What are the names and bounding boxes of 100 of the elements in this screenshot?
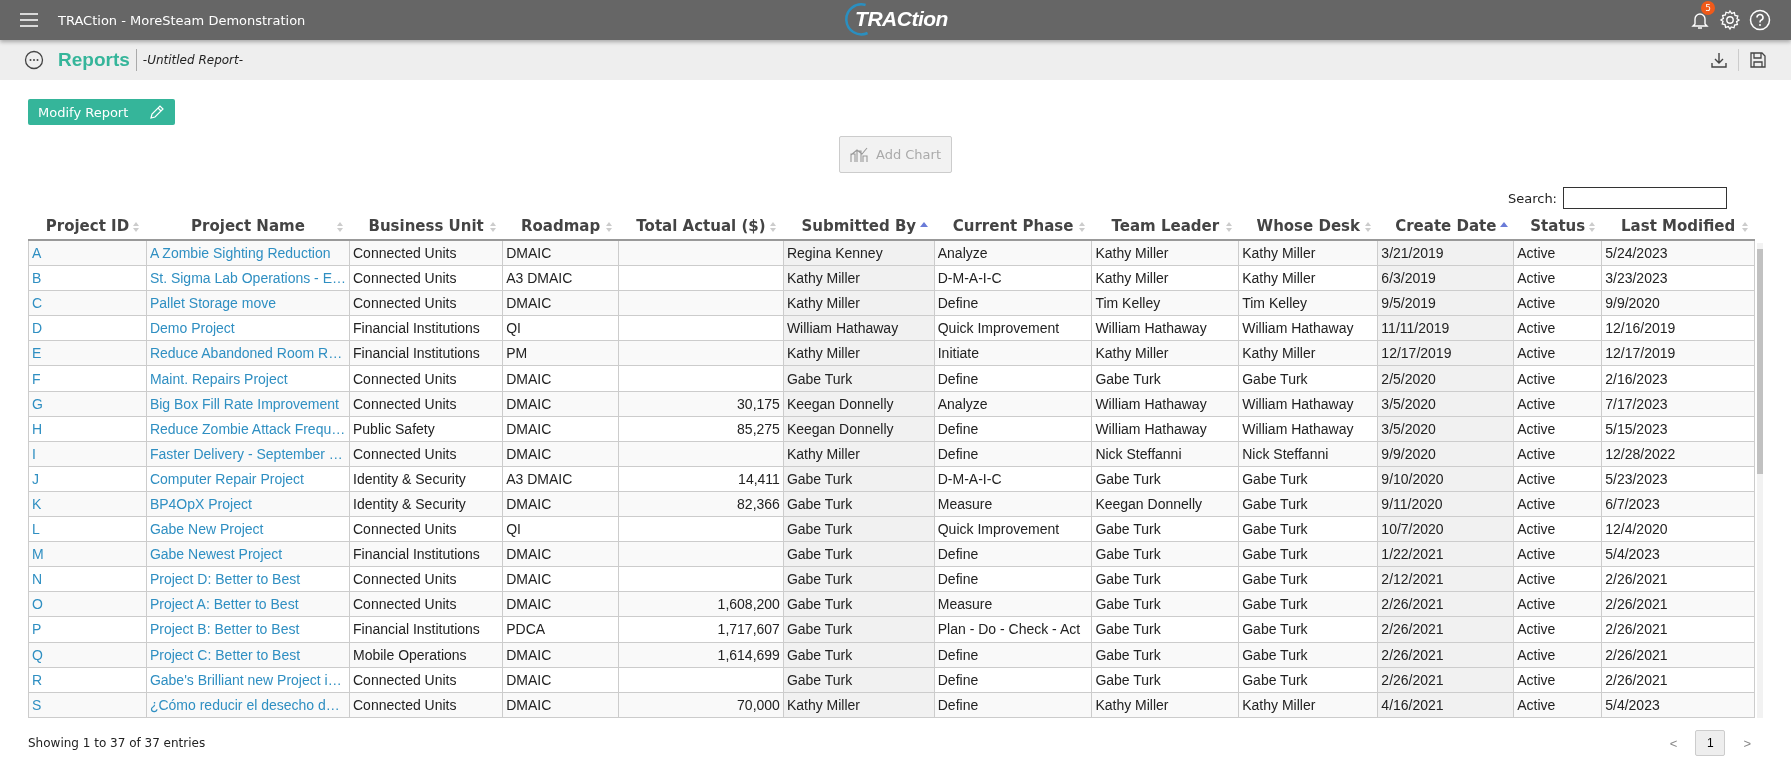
logo-text: TRACtion xyxy=(855,7,948,31)
table-cell: Keegan Donnelly xyxy=(783,416,935,442)
table-cell: Connected Units xyxy=(349,667,503,693)
sort-icon[interactable] xyxy=(132,222,141,232)
table-cell: 30,175 xyxy=(618,391,784,417)
column-header[interactable]: Whose Desk xyxy=(1256,217,1360,235)
settings-icon[interactable] xyxy=(1719,9,1741,31)
column-header[interactable]: Total Actual ($) xyxy=(636,217,766,235)
table-link[interactable]: S xyxy=(28,692,147,718)
table-link[interactable]: BP4OpX Project xyxy=(146,491,350,517)
table-link[interactable]: J xyxy=(28,466,147,492)
table-link[interactable]: P xyxy=(28,616,147,642)
table-link[interactable]: E xyxy=(28,340,147,366)
table-link[interactable]: O xyxy=(28,591,147,617)
table-link[interactable]: I xyxy=(28,441,147,467)
notification-badge: 5 xyxy=(1701,1,1715,15)
table-link[interactable]: B xyxy=(28,265,147,291)
sort-icon[interactable] xyxy=(1077,222,1086,232)
search-field[interactable] xyxy=(1563,187,1727,209)
table-link[interactable]: K xyxy=(28,491,147,517)
sort-icon[interactable] xyxy=(769,222,778,232)
column-header[interactable]: Project Name xyxy=(191,217,305,235)
table-cell: DMAIC xyxy=(502,365,619,392)
download-icon[interactable] xyxy=(1710,51,1728,69)
sort-icon[interactable] xyxy=(1587,222,1596,232)
table-link[interactable]: Project D: Better to Best xyxy=(146,566,350,592)
table-link[interactable]: St. Sigma Lab Operations - E… xyxy=(146,265,350,291)
table-link[interactable]: G xyxy=(28,391,147,417)
table-link[interactable]: Project A: Better to Best xyxy=(146,591,350,617)
sort-icon[interactable] xyxy=(488,222,497,232)
sort-icon[interactable] xyxy=(1224,222,1233,232)
table-link[interactable]: Faster Delivery - September … xyxy=(146,441,350,467)
table-link[interactable]: Computer Repair Project xyxy=(146,466,350,492)
help-icon[interactable] xyxy=(1749,9,1771,31)
table-cell: Connected Units xyxy=(349,265,503,291)
column-header[interactable]: Create Date xyxy=(1395,217,1497,235)
table-cell: Gabe Turk xyxy=(783,365,935,392)
table-cell: 3/5/2020 xyxy=(1377,391,1514,417)
column-header[interactable]: Roadmap xyxy=(521,217,601,235)
table-cell: Nick Steffanni xyxy=(1091,441,1239,467)
table-cell: Gabe Turk xyxy=(1238,516,1378,542)
menu-icon[interactable] xyxy=(20,13,38,27)
save-icon[interactable] xyxy=(1749,51,1767,69)
table-link[interactable]: Big Box Fill Rate Improvement xyxy=(146,391,350,417)
table-link[interactable]: Maint. Repairs Project xyxy=(146,365,350,392)
table-cell: 3/23/2023 xyxy=(1601,265,1755,291)
table-cell: Connected Units xyxy=(349,516,503,542)
table-link[interactable]: Reduce Zombie Attack Frequ… xyxy=(146,416,350,442)
table-link[interactable]: Gabe Newest Project xyxy=(146,541,350,567)
table-link[interactable]: L xyxy=(28,516,147,542)
table-link[interactable]: R xyxy=(28,667,147,693)
scrollbar[interactable] xyxy=(1757,243,1763,718)
table-link[interactable]: Q xyxy=(28,642,147,668)
table-cell: Gabe Turk xyxy=(1091,516,1239,542)
table-link[interactable]: Gabe's Brilliant new Project i… xyxy=(146,667,350,693)
table-link[interactable]: Pallet Storage move xyxy=(146,290,350,316)
table-link[interactable]: Demo Project xyxy=(146,315,350,341)
table-link[interactable]: Project C: Better to Best xyxy=(146,642,350,668)
table-link[interactable]: A Zombie Sighting Reduction xyxy=(146,240,350,266)
table-link[interactable]: C xyxy=(28,290,147,316)
table-link[interactable]: H xyxy=(28,416,147,442)
sort-icon[interactable] xyxy=(1363,222,1372,232)
column-header[interactable]: Status xyxy=(1530,217,1586,235)
table-link[interactable]: M xyxy=(28,541,147,567)
column-header[interactable]: Team Leader xyxy=(1111,217,1220,235)
table-link[interactable]: F xyxy=(28,365,147,392)
column-header[interactable]: Project ID xyxy=(45,217,130,235)
table-cell: Active xyxy=(1513,566,1602,592)
sort-icon[interactable] xyxy=(604,222,613,232)
table-cell: Connected Units xyxy=(349,591,503,617)
table-cell: 12/4/2020 xyxy=(1601,516,1755,542)
column-header[interactable]: Last Modified xyxy=(1621,217,1736,235)
table-cell: Mobile Operations xyxy=(349,642,503,668)
column-header[interactable]: Current Phase xyxy=(952,217,1074,235)
sort-icon[interactable] xyxy=(1740,222,1749,232)
modify-report-button[interactable]: Modify Report xyxy=(28,99,175,125)
table-cell: 4/16/2021 xyxy=(1377,692,1514,718)
column-header[interactable]: Business Unit xyxy=(368,217,484,235)
table-link[interactable]: N xyxy=(28,566,147,592)
next-page-button[interactable]: > xyxy=(1737,734,1757,752)
table-cell: 85,275 xyxy=(618,416,784,442)
previous-page-button[interactable]: < xyxy=(1663,734,1684,752)
table-link[interactable]: Project B: Better to Best xyxy=(146,616,350,642)
table-link[interactable]: Gabe New Project xyxy=(146,516,350,542)
sort-icon[interactable] xyxy=(335,222,344,232)
table-link[interactable]: ¿Cómo reducir el desecho d… xyxy=(146,692,350,718)
more-options-icon[interactable] xyxy=(24,50,44,70)
table-link[interactable]: A xyxy=(28,240,147,266)
table-cell: 2/26/2021 xyxy=(1601,642,1755,668)
table-cell: 11/11/2019 xyxy=(1377,315,1514,341)
table-link[interactable]: Reduce Abandoned Room R… xyxy=(146,340,350,366)
column-header[interactable]: Submitted By xyxy=(801,217,917,235)
table-link[interactable]: D xyxy=(28,315,147,341)
table-cell: Gabe Turk xyxy=(1091,541,1239,567)
table-cell: Gabe Turk xyxy=(1091,466,1239,492)
page-button[interactable]: 1 xyxy=(1695,730,1726,756)
table-cell: 12/17/2019 xyxy=(1601,340,1755,366)
table-cell: 5/24/2023 xyxy=(1601,240,1755,266)
table-cell: 9/11/2020 xyxy=(1377,491,1514,517)
table-cell: Tim Kelley xyxy=(1091,290,1239,316)
